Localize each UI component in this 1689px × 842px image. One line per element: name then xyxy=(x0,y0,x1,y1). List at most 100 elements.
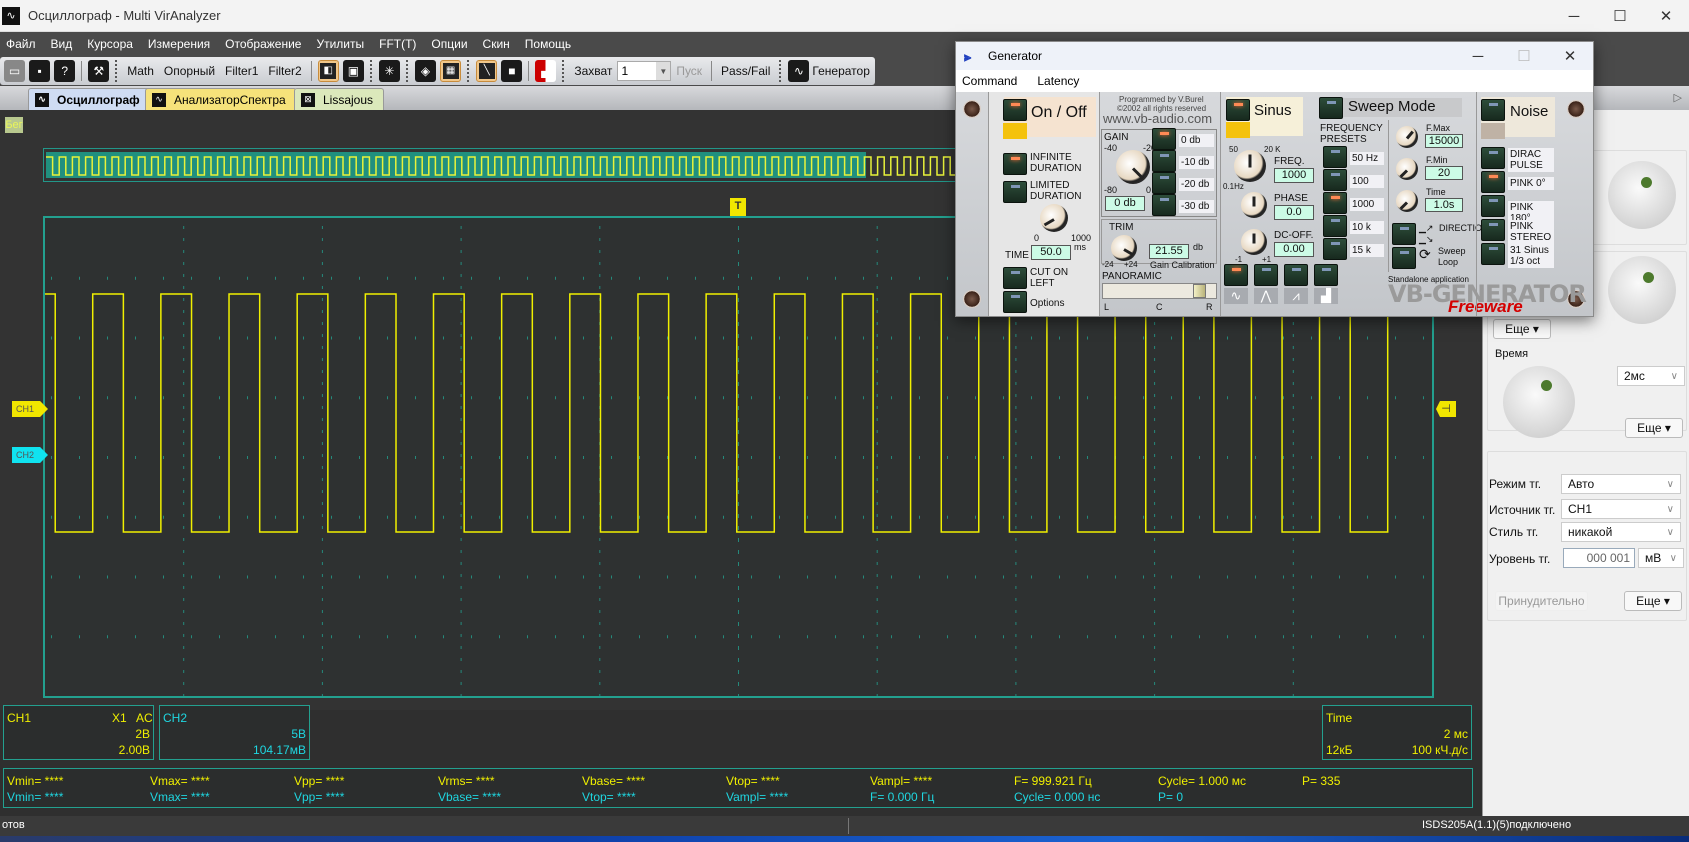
sweep-time-knob[interactable] xyxy=(1396,190,1418,212)
infinite-duration-button[interactable] xyxy=(1003,153,1027,175)
filter1-button[interactable]: Filter1 xyxy=(225,64,258,78)
sweep-mode-button[interactable] xyxy=(1319,97,1343,119)
ch1-info-box[interactable]: CH1 X1 AC 2B 2.00B xyxy=(3,705,154,760)
cut-on-left-button[interactable] xyxy=(1003,267,1027,289)
trigger-style-select[interactable]: никакой ∨ xyxy=(1561,522,1681,542)
more-button-1[interactable]: Еще ▾ xyxy=(1493,319,1551,339)
waveform-overview[interactable] xyxy=(43,148,983,182)
tab-spectrum-analyzer[interactable]: ∿ АнализаторСпектра xyxy=(145,88,297,110)
fmin-value[interactable]: 20 xyxy=(1425,166,1463,180)
force-trigger-button[interactable]: Принудительно xyxy=(1495,591,1588,611)
frequency-preset-button[interactable] xyxy=(1323,215,1347,237)
trigger-mode-select[interactable]: Авто ∨ xyxy=(1561,474,1681,494)
ch1-volts-knob[interactable] xyxy=(1608,161,1676,229)
menu-fft[interactable]: FFT(T) xyxy=(379,37,416,51)
on-off-button[interactable] xyxy=(1003,99,1027,121)
menu-latency[interactable]: Latency xyxy=(1037,74,1079,88)
sweep-time-value[interactable]: 1.0s xyxy=(1425,198,1463,212)
menu-command[interactable]: Command xyxy=(962,74,1017,88)
sawtooth-wave-button[interactable] xyxy=(1284,264,1308,286)
menu-options[interactable]: Опции xyxy=(431,37,467,51)
menu-file[interactable]: Файл xyxy=(6,37,36,51)
trigger-position-marker[interactable]: T xyxy=(730,198,746,216)
autoset-icon[interactable]: ✳ xyxy=(378,60,400,82)
reference-button[interactable]: Опорный xyxy=(164,64,215,78)
noise-type-button[interactable] xyxy=(1481,171,1505,193)
gain-preset-button[interactable] xyxy=(1152,150,1176,172)
triangle-wave-button[interactable] xyxy=(1254,264,1278,286)
vb-audio-link[interactable]: www.vb-audio.com xyxy=(1103,112,1212,126)
generator-minimize-button[interactable]: ─ xyxy=(1455,42,1501,70)
more-button-2[interactable]: Еще ▾ xyxy=(1625,418,1683,438)
timebase-knob[interactable] xyxy=(1503,366,1575,438)
generator-maximize-button[interactable]: ☐ xyxy=(1501,42,1547,70)
split-view-icon[interactable]: ◧ xyxy=(317,60,339,82)
line-draw-icon[interactable]: ╲ xyxy=(476,60,498,82)
freq-value[interactable]: 1000 xyxy=(1274,168,1314,183)
maximize-button[interactable]: ☐ xyxy=(1597,0,1643,32)
panoramic-thumb[interactable] xyxy=(1193,284,1206,298)
menu-utilities[interactable]: Утилиты xyxy=(316,37,364,51)
gain-preset-button[interactable] xyxy=(1152,194,1176,216)
trigger-source-select[interactable]: CH1 ∨ xyxy=(1561,499,1681,519)
trim-knob[interactable] xyxy=(1111,235,1137,261)
noise-type-button[interactable] xyxy=(1481,195,1505,217)
time-knob[interactable] xyxy=(1040,204,1068,232)
fmax-value[interactable]: 15000 xyxy=(1425,134,1463,148)
save-icon[interactable]: ▪ xyxy=(29,60,51,82)
generator-button[interactable]: Генератор xyxy=(812,64,869,78)
dc-offset-value[interactable]: 0.00 xyxy=(1274,242,1314,257)
frequency-preset-button[interactable] xyxy=(1323,169,1347,191)
noise-type-button[interactable] xyxy=(1481,243,1505,265)
menu-skin[interactable]: Скин xyxy=(483,37,510,51)
menu-view[interactable]: Вид xyxy=(51,37,73,51)
time-info-box[interactable]: Time 2 мс 12кБ 100 кЧ.д/с xyxy=(1322,705,1472,760)
dc-offset-knob[interactable] xyxy=(1241,229,1267,255)
gain-knob[interactable] xyxy=(1116,150,1150,184)
limited-duration-button[interactable] xyxy=(1003,181,1027,203)
options-button[interactable] xyxy=(1003,291,1027,313)
single-view-icon[interactable]: ▣ xyxy=(342,60,364,82)
frequency-preset-button[interactable] xyxy=(1323,146,1347,168)
noise-type-button[interactable] xyxy=(1481,147,1505,169)
trim-value[interactable]: 21.55 xyxy=(1149,244,1189,259)
gain-preset-button[interactable] xyxy=(1152,128,1176,150)
trigger-level-unit-select[interactable]: мВ ∨ xyxy=(1638,548,1684,568)
fmax-knob[interactable] xyxy=(1396,126,1418,148)
menu-measurements[interactable]: Измерения xyxy=(148,37,210,51)
timebase-select[interactable]: 2мс ∨ xyxy=(1617,366,1685,386)
square-wave-button[interactable] xyxy=(1314,264,1338,286)
more-button-3[interactable]: Еще ▾ xyxy=(1624,591,1682,611)
math-button[interactable]: Math xyxy=(127,64,154,78)
tab-lissajous[interactable]: ⊠ Lissajous xyxy=(294,88,385,110)
trigger-level-input[interactable] xyxy=(1563,548,1635,568)
phase-value[interactable]: 0.0 xyxy=(1274,205,1314,220)
frequency-preset-button[interactable] xyxy=(1323,192,1347,214)
ch2-info-box[interactable]: CH2 5B 104.17мВ xyxy=(159,705,310,760)
gain-value[interactable]: 0 db xyxy=(1105,196,1145,211)
tab-oscilloscope[interactable]: ∿ Осциллограф xyxy=(28,88,151,110)
stop-icon[interactable]: ■ xyxy=(501,60,523,82)
eraser-icon[interactable]: ◈ xyxy=(414,60,436,82)
menu-display[interactable]: Отображение xyxy=(225,37,301,51)
generator-icon[interactable]: ∿ xyxy=(788,60,810,82)
pass-fail-button[interactable]: Pass/Fail xyxy=(721,64,770,78)
time-value[interactable]: 50.0 xyxy=(1031,245,1071,260)
noise-button[interactable] xyxy=(1481,99,1505,121)
ch2-volts-knob[interactable] xyxy=(1608,256,1676,324)
noise-type-button[interactable] xyxy=(1481,219,1505,241)
color-palette-icon[interactable]: ▞ xyxy=(535,60,557,82)
hammer-icon[interactable]: ⚒ xyxy=(88,60,110,82)
phase-knob[interactable] xyxy=(1241,192,1267,218)
directions-button[interactable] xyxy=(1392,223,1416,245)
panoramic-slider[interactable] xyxy=(1102,283,1217,299)
start-button[interactable]: Пуск xyxy=(676,64,702,78)
help-icon[interactable]: ? xyxy=(54,60,76,82)
frequency-preset-button[interactable] xyxy=(1323,238,1347,260)
gain-preset-button[interactable] xyxy=(1152,172,1176,194)
menu-cursors[interactable]: Курсора xyxy=(87,37,133,51)
sinus-button[interactable] xyxy=(1226,99,1250,121)
filter2-button[interactable]: Filter2 xyxy=(268,64,301,78)
capture-select[interactable]: 1 ▼ xyxy=(617,61,672,81)
minimize-button[interactable]: ─ xyxy=(1551,0,1597,32)
